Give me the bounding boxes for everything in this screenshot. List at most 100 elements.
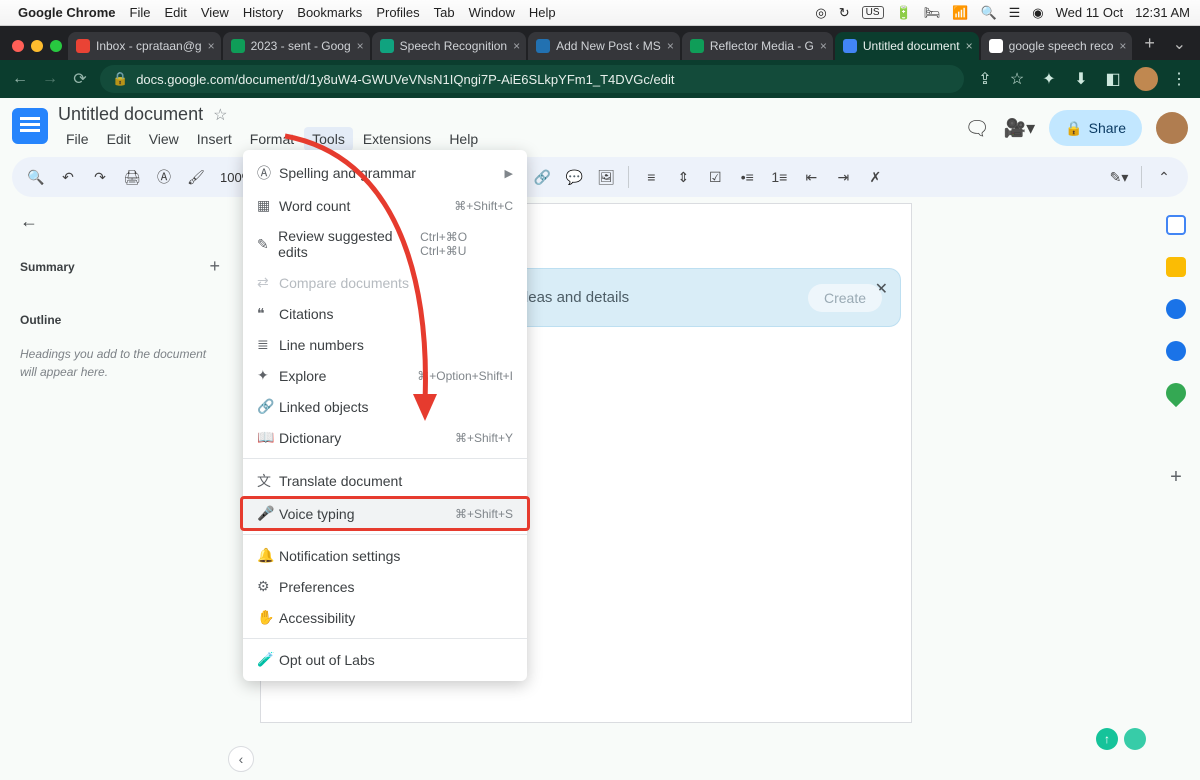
numbered-list-icon[interactable]: 1≡ xyxy=(767,165,791,189)
bulleted-list-icon[interactable]: •≡ xyxy=(735,165,759,189)
minimize-window-button[interactable] xyxy=(31,40,43,52)
menubar-date[interactable]: Wed 11 Oct xyxy=(1056,5,1123,20)
forward-button[interactable]: → xyxy=(40,70,60,88)
mac-menu-window[interactable]: Window xyxy=(469,5,515,20)
tasks-icon[interactable] xyxy=(1166,299,1186,319)
profile-avatar-icon[interactable] xyxy=(1134,67,1158,91)
browser-tab[interactable]: Inbox - cprataan@g× xyxy=(68,32,221,60)
tools-menu-item[interactable]: 📖Dictionary⌘+Shift+Y xyxy=(243,422,527,453)
downloads-icon[interactable]: ⬇ xyxy=(1070,69,1092,89)
maps-icon[interactable] xyxy=(1162,379,1190,407)
browser-tab[interactable]: Add New Post ‹ MS× xyxy=(528,32,680,60)
insert-image-icon[interactable]: 🖼 xyxy=(594,165,618,189)
close-tab-icon[interactable]: × xyxy=(966,39,973,53)
tools-menu-item[interactable]: ≣Line numbers xyxy=(243,329,527,360)
mac-menu-help[interactable]: Help xyxy=(529,5,556,20)
maximize-window-button[interactable] xyxy=(50,40,62,52)
close-tab-icon[interactable]: × xyxy=(208,39,215,53)
mac-menu-view[interactable]: View xyxy=(201,5,229,20)
close-tab-icon[interactable]: × xyxy=(820,39,827,53)
grammarly-icon[interactable] xyxy=(1124,728,1146,750)
menu-tools[interactable]: Tools xyxy=(304,127,353,151)
browser-tab[interactable]: Reflector Media - G× xyxy=(682,32,833,60)
tools-menu-item[interactable]: 🎤Voice typing⌘+Shift+S xyxy=(243,498,527,529)
menu-view[interactable]: View xyxy=(141,127,187,151)
decrease-indent-icon[interactable]: ⇤ xyxy=(799,165,823,189)
star-icon[interactable]: ☆ xyxy=(213,105,227,125)
keep-icon[interactable] xyxy=(1166,257,1186,277)
comments-history-icon[interactable]: 🗨 xyxy=(964,116,989,141)
chrome-menu-icon[interactable]: ⋮ xyxy=(1168,69,1190,89)
sync-icon[interactable]: ↻ xyxy=(839,5,850,21)
mac-menu-file[interactable]: File xyxy=(130,5,151,20)
tools-menu-item[interactable]: 🧪Opt out of Labs xyxy=(243,644,527,675)
back-button[interactable]: ← xyxy=(10,70,30,88)
add-ons-icon[interactable]: + xyxy=(1166,467,1186,487)
browser-tab[interactable]: Untitled document× xyxy=(835,32,979,60)
siri-icon[interactable]: ◉ xyxy=(1032,5,1043,21)
align-icon[interactable]: ≡ xyxy=(639,165,663,189)
search-menus-icon[interactable]: 🔍 xyxy=(24,165,48,189)
address-bar[interactable]: 🔒 docs.google.com/document/d/1y8uW4-GWUV… xyxy=(100,65,964,93)
increase-indent-icon[interactable]: ⇥ xyxy=(831,165,855,189)
tools-menu-item[interactable]: 🔔Notification settings xyxy=(243,540,527,571)
tools-menu-item[interactable]: 🔗Linked objects xyxy=(243,391,527,422)
insert-link-icon[interactable]: 🔗 xyxy=(530,165,554,189)
tools-menu-item[interactable]: ✋Accessibility xyxy=(243,602,527,633)
tab-overflow-button[interactable]: ⌄ xyxy=(1173,34,1200,60)
mac-menu-edit[interactable]: Edit xyxy=(164,5,186,20)
spellcheck-icon[interactable]: Ⓐ xyxy=(152,165,176,189)
menubar-time[interactable]: 12:31 AM xyxy=(1135,5,1190,20)
close-tab-icon[interactable]: × xyxy=(513,39,520,53)
docs-logo-icon[interactable] xyxy=(12,108,48,144)
browser-tab[interactable]: Speech Recognition× xyxy=(372,32,526,60)
mac-menu-bookmarks[interactable]: Bookmarks xyxy=(297,5,362,20)
print-icon[interactable]: 🖨 xyxy=(120,165,144,189)
close-window-button[interactable] xyxy=(12,40,24,52)
share-button[interactable]: 🔒 Share xyxy=(1049,110,1142,146)
undo-icon[interactable]: ↶ xyxy=(56,165,80,189)
grammarly-status-icon[interactable]: ↑ xyxy=(1096,728,1118,750)
grammarly-badge[interactable]: ↑ xyxy=(1096,728,1146,750)
grammarly-menu-icon[interactable]: ◎ xyxy=(815,5,826,21)
clear-formatting-icon[interactable]: ✗ xyxy=(863,165,887,189)
bookmark-star-icon[interactable]: ☆ xyxy=(1006,69,1028,89)
spotlight-icon[interactable]: 🔍 xyxy=(980,5,996,21)
mac-menu-history[interactable]: History xyxy=(243,5,283,20)
document-title[interactable]: Untitled document xyxy=(58,104,203,125)
browser-tab[interactable]: 2023 - sent - Goog× xyxy=(223,32,370,60)
menu-format[interactable]: Format xyxy=(242,127,302,151)
menu-file[interactable]: File xyxy=(58,127,97,151)
account-avatar[interactable] xyxy=(1156,112,1188,144)
app-name[interactable]: Google Chrome xyxy=(18,5,116,20)
extensions-icon[interactable]: ✦ xyxy=(1038,69,1060,89)
menu-help[interactable]: Help xyxy=(441,127,486,151)
calendar-icon[interactable] xyxy=(1166,215,1186,235)
mac-menu-profiles[interactable]: Profiles xyxy=(376,5,419,20)
tools-menu-item[interactable]: ❝Citations xyxy=(243,298,527,329)
close-tab-icon[interactable]: × xyxy=(1119,39,1126,53)
create-button[interactable]: Create xyxy=(808,284,882,312)
paint-format-icon[interactable]: 🖌 xyxy=(184,165,208,189)
checklist-icon[interactable]: ☑ xyxy=(703,165,727,189)
menu-insert[interactable]: Insert xyxy=(189,127,240,151)
tools-menu-item[interactable]: ⚙Preferences xyxy=(243,571,527,602)
collapse-outline-icon[interactable]: ‹ xyxy=(228,746,254,772)
line-spacing-icon[interactable]: ⇕ xyxy=(671,165,695,189)
tools-menu-item[interactable]: ▦Word count⌘+Shift+C xyxy=(243,190,527,221)
browser-tab[interactable]: google speech reco× xyxy=(981,32,1133,60)
tools-menu-item[interactable]: 文Translate document xyxy=(243,464,527,498)
contacts-icon[interactable] xyxy=(1166,341,1186,361)
close-outline-icon[interactable]: ← xyxy=(20,211,220,232)
wifi-icon[interactable]: 📶 xyxy=(952,5,968,21)
add-summary-icon[interactable]: + xyxy=(209,256,220,277)
collapse-toolbar-icon[interactable]: ⌃ xyxy=(1152,165,1176,189)
share-page-icon[interactable]: ⇪ xyxy=(974,69,996,89)
menu-edit[interactable]: Edit xyxy=(99,127,139,151)
battery-icon[interactable]: 🔋 xyxy=(896,5,912,21)
close-tab-icon[interactable]: × xyxy=(667,39,674,53)
side-panel-icon[interactable]: ◧ xyxy=(1102,69,1124,89)
close-tab-icon[interactable]: × xyxy=(357,39,364,53)
menu-extensions[interactable]: Extensions xyxy=(355,127,439,151)
mac-menu-tab[interactable]: Tab xyxy=(434,5,455,20)
